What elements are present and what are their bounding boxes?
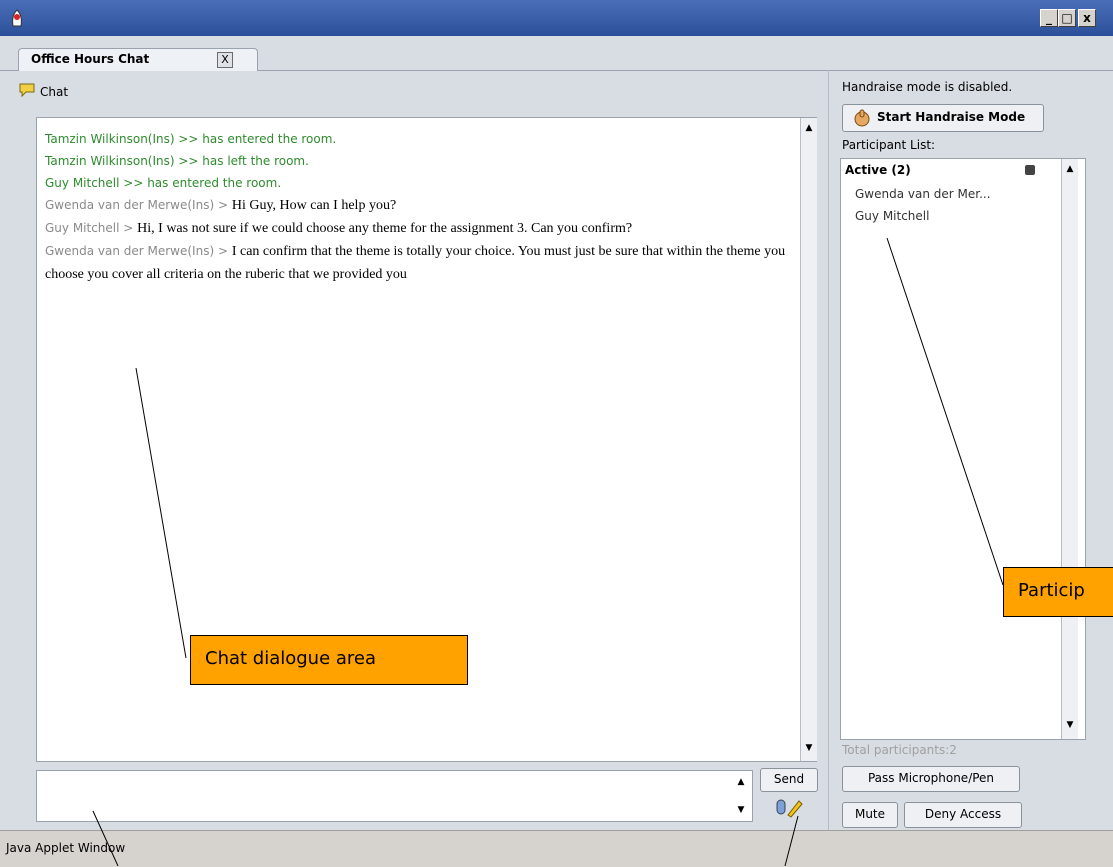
title-bar: _ □ x xyxy=(0,0,1113,36)
minimize-icon: _ xyxy=(1046,11,1052,25)
pass-microphone-button[interactable]: Pass Microphone/Pen xyxy=(842,766,1020,792)
maximize-icon: □ xyxy=(1061,11,1073,25)
callout-chat-area: Chat dialogue area xyxy=(190,635,468,685)
java-duke-icon xyxy=(12,9,22,27)
tab-office-hours-chat[interactable]: Office Hours Chat X xyxy=(18,48,258,71)
chat-messages: Tamzin Wilkinson(Ins) >> has entered the… xyxy=(45,128,793,286)
minimize-button[interactable]: _ xyxy=(1040,9,1058,27)
input-scrollbar[interactable]: ▲ ▼ xyxy=(732,772,750,820)
status-text: Java Applet Window xyxy=(6,841,126,855)
status-bar: Java Applet Window xyxy=(0,830,1113,867)
chat-message: Tamzin Wilkinson(Ins) >> has entered the… xyxy=(45,128,793,150)
callout-participant-list: Particip xyxy=(1003,567,1113,617)
message-sender: Guy Mitchell > xyxy=(45,221,138,235)
send-button[interactable]: Send xyxy=(760,768,818,792)
chat-message: Gwenda van der Merwe(Ins) > I can confir… xyxy=(45,240,793,286)
scroll-up-icon[interactable]: ▲ xyxy=(733,774,749,790)
tab-label: Office Hours Chat xyxy=(31,52,150,66)
system-message-text: Tamzin Wilkinson(Ins) >> has entered the… xyxy=(45,132,337,146)
scroll-up-icon[interactable]: ▲ xyxy=(1062,161,1078,177)
message-body: Hi, I was not sure if we could choose an… xyxy=(137,221,633,236)
close-window-button[interactable]: x xyxy=(1078,9,1096,27)
scroll-down-icon[interactable]: ▼ xyxy=(1062,717,1078,733)
participant-item[interactable]: Gwenda van der Mer... xyxy=(855,187,991,201)
speech-bubble-icon xyxy=(19,83,35,98)
total-participants: Total participants:2 xyxy=(842,743,957,757)
panel-divider xyxy=(828,70,829,830)
close-icon: x xyxy=(1083,11,1091,25)
start-handraise-button[interactable]: Start Handraise Mode xyxy=(842,104,1044,132)
message-sender: Gwenda van der Merwe(Ins) > xyxy=(45,198,232,212)
participant-list-title: Participant List: xyxy=(842,138,936,152)
chat-scrollbar[interactable]: ▲ ▼ xyxy=(800,118,817,761)
mute-button[interactable]: Mute xyxy=(842,802,898,828)
message-sender: Gwenda van der Merwe(Ins) > xyxy=(45,244,232,258)
system-message-text: Tamzin Wilkinson(Ins) >> has left the ro… xyxy=(45,154,309,168)
chat-message: Guy Mitchell >> has entered the room. xyxy=(45,172,793,194)
participant-scrollbar[interactable]: ▲ ▼ xyxy=(1061,159,1078,739)
participant-item[interactable]: Guy Mitchell xyxy=(855,209,929,223)
message-input[interactable] xyxy=(36,770,753,822)
tab-close-button[interactable]: X xyxy=(217,52,233,68)
collapse-icon[interactable] xyxy=(1025,165,1035,175)
participant-list[interactable]: Active (2) Gwenda van der Mer... Guy Mit… xyxy=(840,158,1086,740)
chat-message: Gwenda van der Merwe(Ins) > Hi Guy, How … xyxy=(45,194,793,217)
raised-hand-icon xyxy=(854,109,870,127)
scroll-down-icon[interactable]: ▼ xyxy=(733,802,749,818)
scroll-up-icon[interactable]: ▲ xyxy=(801,120,817,136)
chat-header: Chat xyxy=(40,85,69,99)
deny-access-button[interactable]: Deny Access xyxy=(904,802,1022,828)
chat-message: Guy Mitchell > Hi, I was not sure if we … xyxy=(45,217,793,240)
active-group-header: Active (2) xyxy=(845,163,911,177)
chat-message: Tamzin Wilkinson(Ins) >> has left the ro… xyxy=(45,150,793,172)
handraise-status: Handraise mode is disabled. xyxy=(842,80,1013,94)
start-handraise-label: Start Handraise Mode xyxy=(877,110,1026,124)
maximize-button[interactable]: □ xyxy=(1058,9,1076,27)
system-message-text: Guy Mitchell >> has entered the room. xyxy=(45,176,282,190)
scroll-down-icon[interactable]: ▼ xyxy=(801,740,817,756)
audio-pen-icon[interactable] xyxy=(772,795,804,821)
message-body: Hi Guy, How can I help you? xyxy=(231,198,397,213)
